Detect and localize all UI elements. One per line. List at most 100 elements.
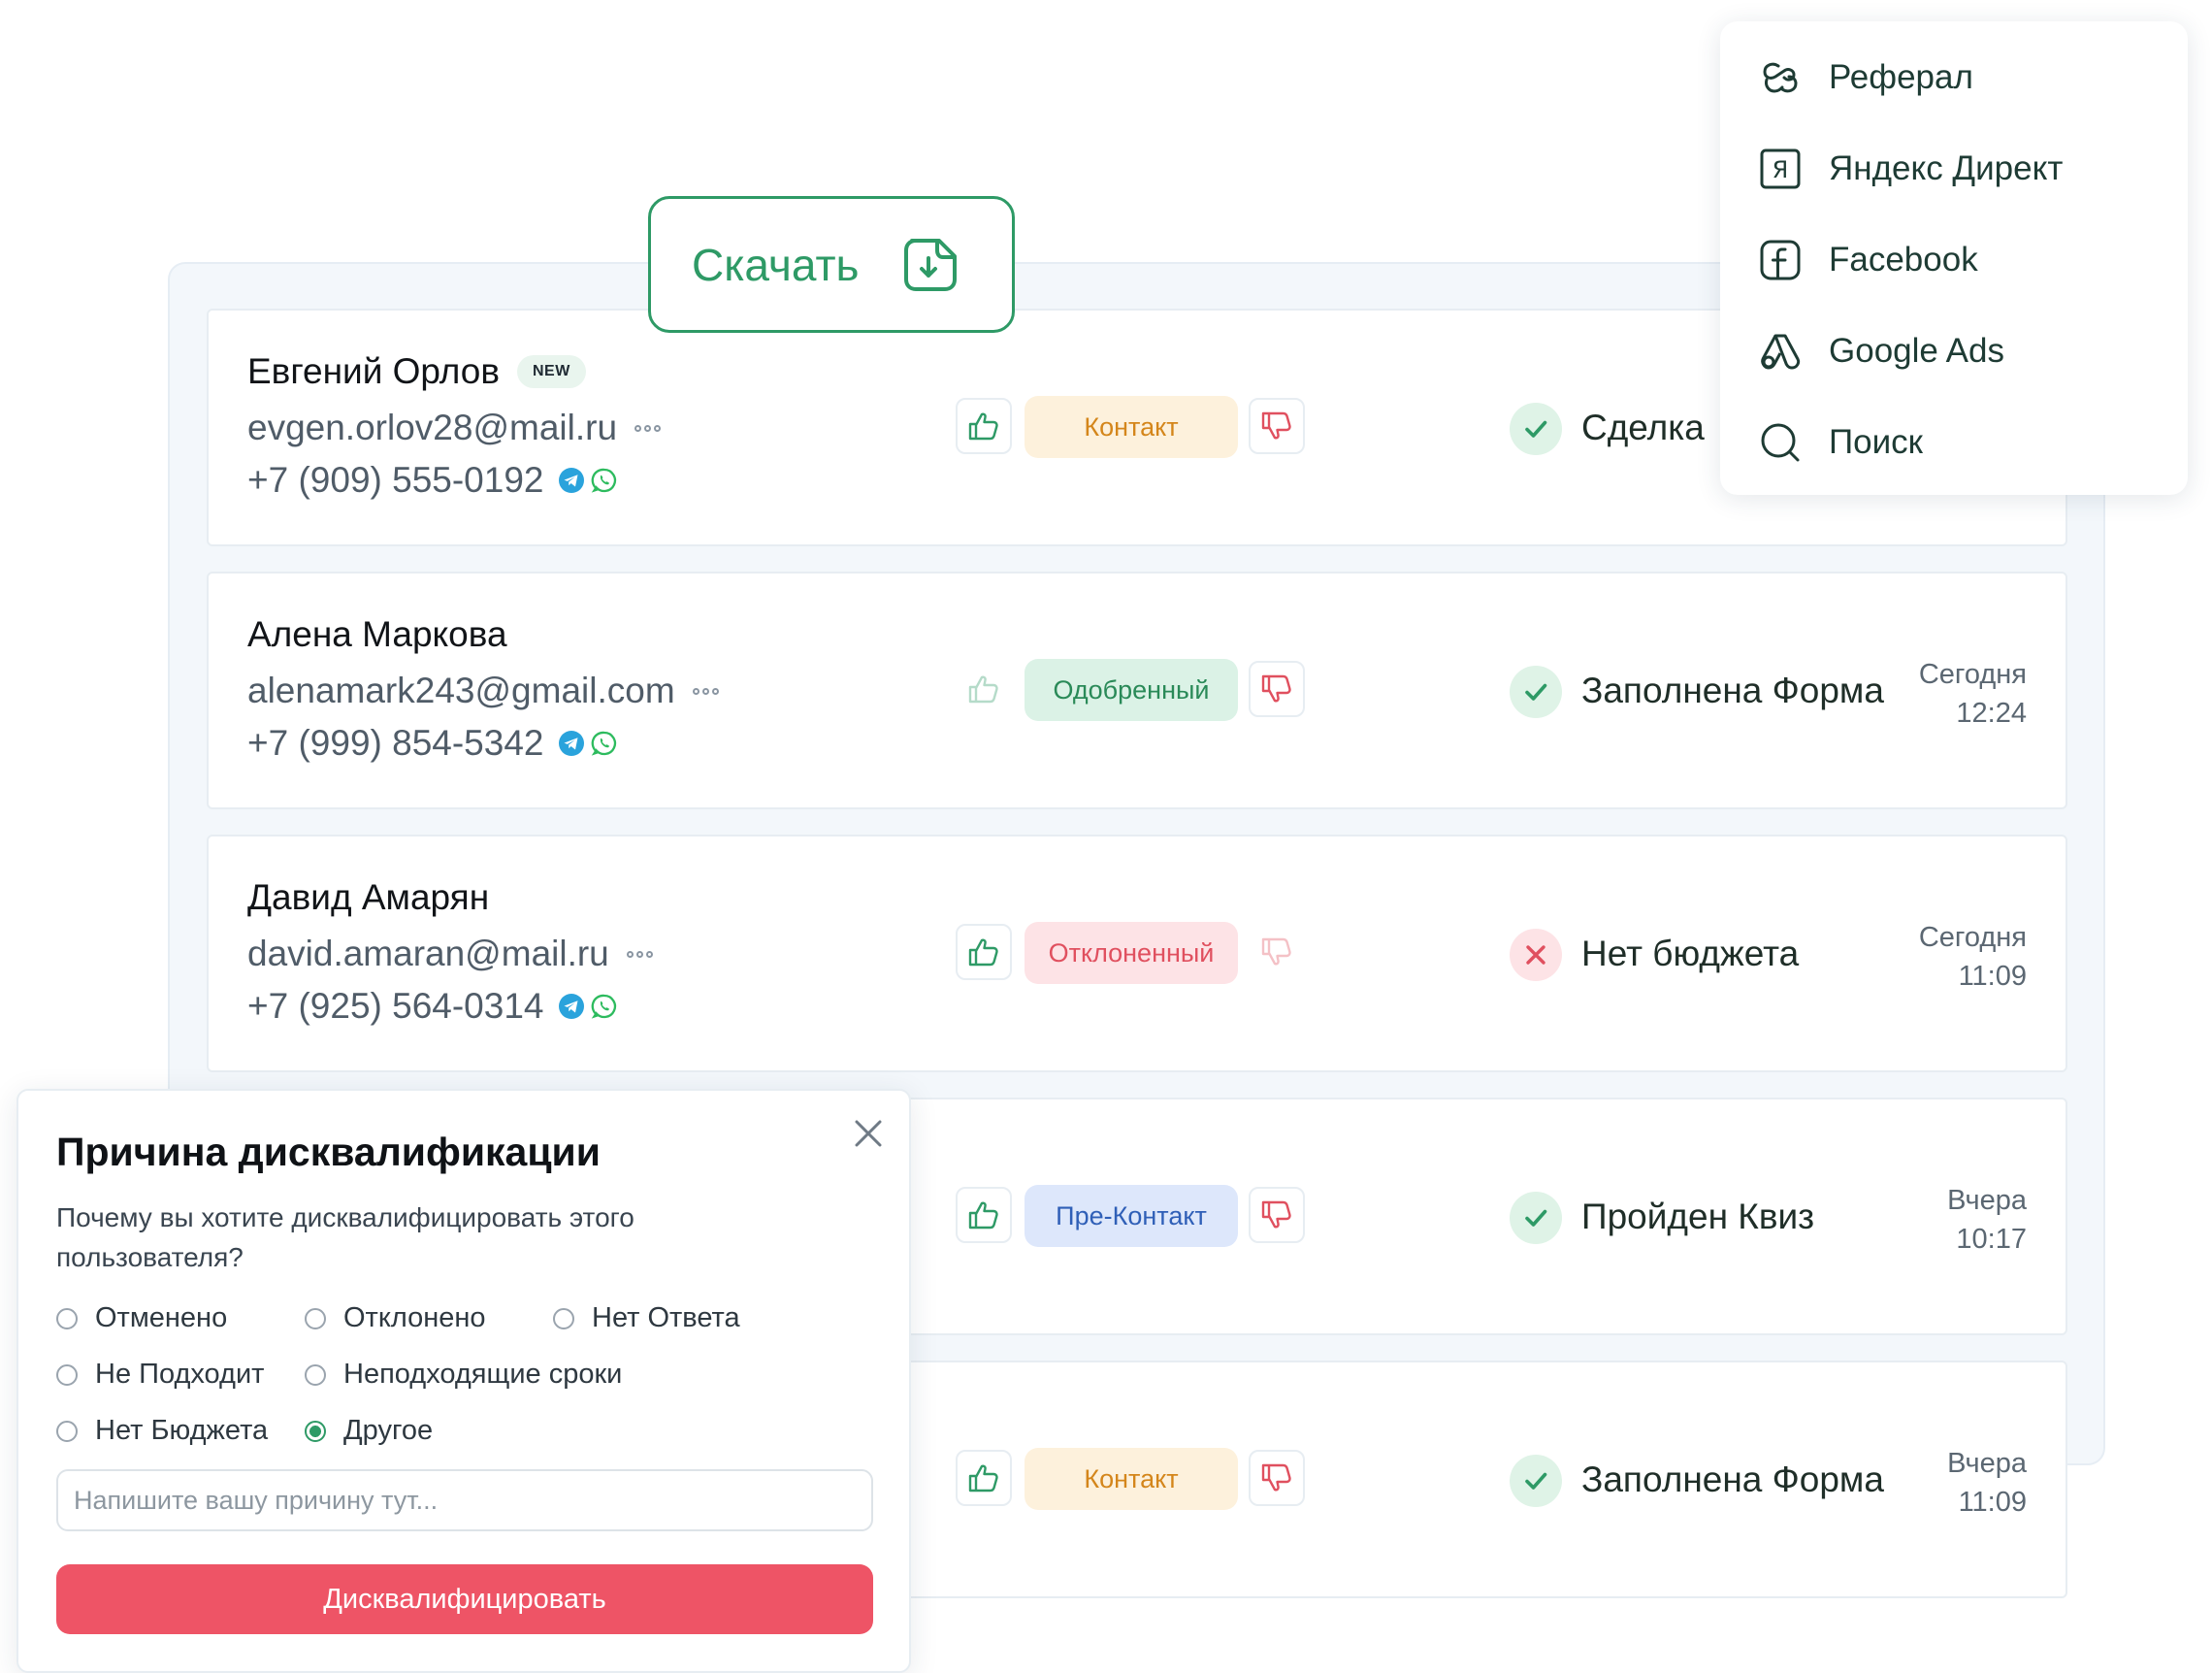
lead-date: Вчера 11:09 [1947, 1444, 2027, 1522]
lead-date-day: Сегодня [1918, 922, 2027, 953]
approve-button[interactable] [956, 1450, 1012, 1506]
facebook-icon [1760, 240, 1801, 280]
reject-button[interactable] [1249, 924, 1305, 980]
reason-input[interactable] [56, 1469, 873, 1531]
lead-phone[interactable]: +7 (999) 854-5342 [247, 723, 544, 764]
source-label: Яндекс Директ [1829, 149, 2064, 187]
radio-button[interactable] [56, 1307, 78, 1329]
more-icon[interactable] [692, 687, 719, 695]
radio-button-selected[interactable] [305, 1420, 326, 1442]
new-badge: NEW [516, 355, 586, 388]
reason-option[interactable]: Другое [305, 1415, 433, 1447]
reject-button[interactable] [1249, 1450, 1305, 1506]
approve-button[interactable] [956, 661, 1012, 717]
radio-button[interactable] [305, 1307, 326, 1329]
close-button[interactable] [849, 1114, 888, 1153]
stage-check-icon [1510, 403, 1562, 455]
status-pill[interactable]: Контакт [1025, 1448, 1238, 1510]
lead-name-row: Евгений Орлов NEW [247, 351, 586, 392]
status-pill[interactable]: Одобренный [1025, 659, 1238, 721]
source-item-search[interactable]: Поиск [1759, 413, 1923, 472]
lead-name: Давид Амарян [247, 877, 490, 917]
stage-label: Заполнена Форма [1581, 671, 1884, 710]
stage-label: Пройден Квиз [1581, 1197, 1815, 1236]
reject-button[interactable] [1249, 661, 1305, 717]
reason-option-label: Отменено [95, 1302, 228, 1333]
radio-button[interactable] [56, 1420, 78, 1442]
disqualify-button[interactable]: Дисквалифицировать [56, 1564, 873, 1634]
reason-option[interactable]: Неподходящие сроки [305, 1359, 622, 1391]
lead-name: Алена Маркова [247, 614, 507, 654]
reason-option-label: Нет Бюджета [95, 1415, 269, 1446]
lead-name-row: Алена Маркова [247, 614, 507, 655]
download-button[interactable]: Скачать [648, 196, 1015, 333]
telegram-icon[interactable] [558, 730, 585, 757]
telegram-icon[interactable] [558, 467, 585, 494]
lead-phone[interactable]: +7 (925) 564-0314 [247, 986, 544, 1027]
lead-date: Сегодня 11:09 [1919, 918, 2027, 996]
lead-phone-row: +7 (925) 564-0314 [247, 986, 618, 1027]
reject-button[interactable] [1249, 398, 1305, 454]
lead-card[interactable]: Алена Маркова alenamark243@gmail.com +7 … [207, 572, 2067, 809]
lead-phone-row: +7 (999) 854-5342 [247, 723, 618, 764]
more-icon[interactable] [634, 424, 662, 432]
lead-email[interactable]: evgen.orlov28@mail.ru [247, 408, 617, 448]
status-pill[interactable]: Контакт [1025, 396, 1238, 458]
modal-title: Причина дисквалификации [56, 1130, 601, 1174]
download-file-icon [903, 238, 957, 291]
radio-button[interactable] [56, 1363, 78, 1386]
whatsapp-icon[interactable] [591, 467, 618, 494]
search-icon [1761, 423, 1800, 462]
lead-email[interactable]: alenamark243@gmail.com [247, 671, 675, 711]
thumbs-up-icon [968, 675, 998, 704]
reason-option[interactable]: Отклонено [305, 1302, 486, 1334]
whatsapp-icon[interactable] [591, 730, 618, 757]
lead-phone[interactable]: +7 (909) 555-0192 [247, 460, 544, 501]
source-label: Facebook [1829, 241, 1978, 279]
stage-label: Сделка [1581, 408, 1705, 447]
lead-email-row: evgen.orlov28@mail.ru [247, 408, 662, 448]
stage-check-icon [1510, 1455, 1562, 1507]
reject-button[interactable] [1249, 1187, 1305, 1243]
reason-option[interactable]: Отменено [56, 1302, 227, 1334]
svg-text:Я: Я [1773, 156, 1789, 183]
reason-option[interactable]: Нет Бюджета [56, 1415, 268, 1447]
approve-button[interactable] [956, 924, 1012, 980]
lead-card[interactable]: Давид Амарян david.amaran@mail.ru +7 (92… [207, 835, 2067, 1072]
lead-email[interactable]: david.amaran@mail.ru [247, 934, 609, 974]
status-pill[interactable]: Отклоненный [1025, 922, 1238, 984]
thumbs-up-icon [968, 412, 998, 441]
reason-option-label: Другое [343, 1415, 434, 1446]
reason-option[interactable]: Не Подходит [56, 1359, 264, 1391]
lead-date-day: Сегодня [1918, 659, 2027, 690]
thumbs-up-icon [968, 938, 998, 967]
lead-date-day: Вчера [1947, 1185, 2027, 1216]
lead-email-row: alenamark243@gmail.com [247, 671, 719, 711]
lead-date-time: 12:24 [1956, 698, 2027, 729]
modal-question: Почему вы хотите дисквалифицировать этог… [56, 1202, 634, 1272]
stage-label: Нет бюджета [1581, 934, 1800, 973]
thumbs-up-icon [968, 1464, 998, 1493]
download-label: Скачать [692, 239, 860, 290]
reason-option[interactable]: Нет Ответа [553, 1302, 740, 1334]
telegram-icon[interactable] [558, 993, 585, 1020]
lead-date: Сегодня 12:24 [1919, 655, 2027, 733]
approve-button[interactable] [956, 1187, 1012, 1243]
stage-cross-icon [1510, 929, 1562, 981]
radio-button[interactable] [553, 1307, 574, 1329]
thumbs-down-icon [1261, 1463, 1291, 1492]
thumbs-down-icon [1261, 937, 1291, 966]
source-item-yandex-direct[interactable]: Я Яндекс Директ [1759, 140, 2063, 198]
radio-button[interactable] [305, 1363, 326, 1386]
more-icon[interactable] [626, 950, 653, 958]
source-item-google-ads[interactable]: Google Ads [1759, 322, 2004, 380]
lead-name-row: Давид Амарян [247, 877, 489, 918]
lead-date-time: 11:09 [1958, 961, 2027, 992]
source-label: Реферал [1829, 58, 1973, 96]
source-item-facebook[interactable]: Facebook [1759, 231, 1978, 289]
status-pill[interactable]: Пре-Контакт [1025, 1185, 1238, 1247]
referral-icon [1763, 62, 1798, 93]
source-item-referral[interactable]: Реферал [1759, 49, 1973, 107]
whatsapp-icon[interactable] [591, 993, 618, 1020]
approve-button[interactable] [956, 398, 1012, 454]
